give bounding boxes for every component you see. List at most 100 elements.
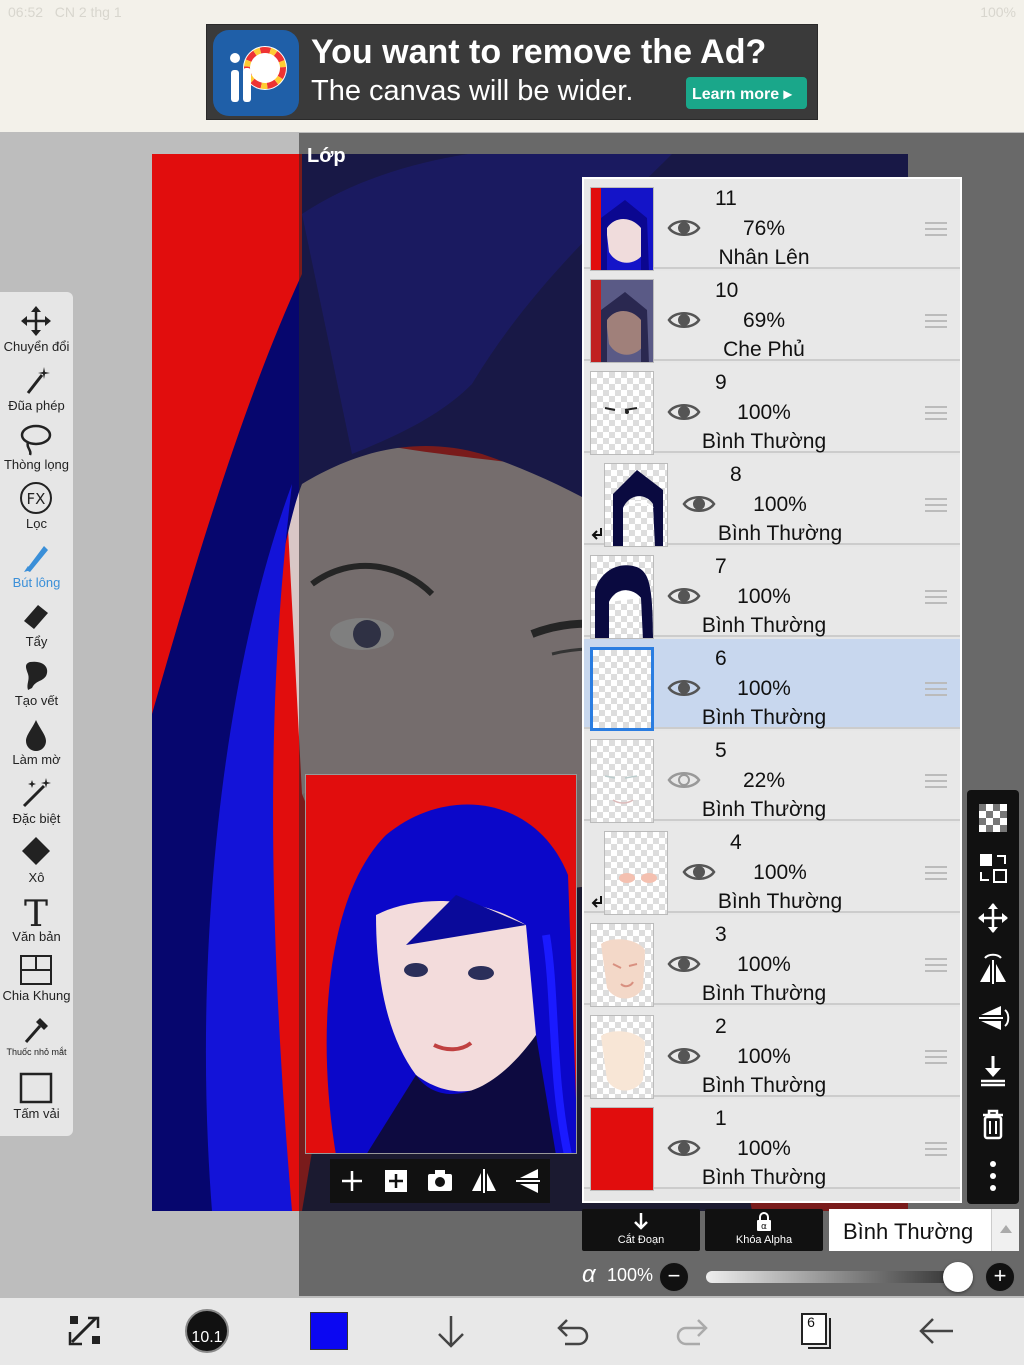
layer-preview xyxy=(305,774,577,1154)
tool-move[interactable]: Chuyển đổi xyxy=(0,304,73,363)
drag-handle-icon[interactable] xyxy=(924,1049,948,1065)
layer-opacity: 100% xyxy=(737,1137,791,1160)
alpha-lock-label: Khóa Alpha xyxy=(735,1234,793,1246)
flip-layer-vertical-icon[interactable] xyxy=(975,1000,1011,1036)
layers-button[interactable]: 6 xyxy=(796,1308,842,1354)
fx-filter-icon: FX xyxy=(18,481,54,515)
drag-handle-icon[interactable] xyxy=(924,681,948,697)
redo-icon[interactable] xyxy=(670,1308,716,1354)
ad-title: You want to remove the Ad? xyxy=(311,33,767,71)
flip-horizontal-icon[interactable] xyxy=(466,1163,502,1199)
drag-handle-icon[interactable] xyxy=(924,313,948,329)
flip-vertical-icon[interactable] xyxy=(510,1163,546,1199)
drag-handle-icon[interactable] xyxy=(924,589,948,605)
tool-frame-divider[interactable]: Chia Khung xyxy=(0,953,73,1012)
ad-banner[interactable]: You want to remove the Ad? The canvas wi… xyxy=(206,24,818,120)
layer-opacity: 76% xyxy=(742,217,786,240)
move-layer-icon[interactable] xyxy=(975,900,1011,936)
tool-smudge[interactable]: Tạo vết xyxy=(0,658,73,717)
tool-label: Đũa phép xyxy=(8,398,65,413)
more-options-icon[interactable] xyxy=(975,1158,1011,1194)
layer-blend-mode: Bình Thường xyxy=(701,614,827,637)
blend-controls: Cắt Đoạn α Khóa Alpha Bình Thường xyxy=(582,1209,1023,1253)
layer-thumbnail xyxy=(590,371,654,455)
flip-layer-horizontal-icon[interactable] xyxy=(975,950,1011,986)
opacity-increase-button[interactable]: + xyxy=(985,1262,1015,1292)
tool-label: Làm mờ xyxy=(12,752,61,767)
tool-brush[interactable]: Bút lông xyxy=(0,540,73,599)
tool-label: Thuốc nhỏ mắt xyxy=(6,1047,67,1057)
layer-blend-mode: Bình Thường xyxy=(717,890,843,913)
camera-icon[interactable] xyxy=(422,1163,458,1199)
tool-text[interactable]: T Văn bản xyxy=(0,894,73,953)
layer-row[interactable]: 11 76% Nhân Lên xyxy=(584,179,960,271)
layer-row[interactable]: 8 100% Bình Thường xyxy=(584,455,960,547)
delete-layer-icon[interactable] xyxy=(975,1106,1011,1142)
layer-number: 6 xyxy=(715,647,727,670)
blend-mode-arrow-icon[interactable] xyxy=(991,1209,1019,1251)
tool-fx-filter[interactable]: FX Lọc xyxy=(0,481,73,540)
tool-special-brush[interactable]: Đặc biệt xyxy=(0,776,73,835)
tool-lasso[interactable]: Thòng lọng xyxy=(0,422,73,481)
opacity-slider[interactable] xyxy=(706,1271,958,1283)
drag-handle-icon[interactable] xyxy=(924,773,948,789)
undo-icon[interactable] xyxy=(549,1308,595,1354)
drag-handle-icon[interactable] xyxy=(924,1141,948,1157)
back-arrow-icon[interactable] xyxy=(913,1308,959,1354)
alpha-lock-button[interactable]: α Khóa Alpha xyxy=(705,1209,823,1251)
opacity-controls: α 100% − + xyxy=(582,1261,1023,1295)
drag-handle-icon[interactable] xyxy=(924,221,948,237)
layer-row[interactable]: 10 69% Che Phủ xyxy=(584,271,960,363)
tool-magic-wand[interactable]: Đũa phép xyxy=(0,363,73,422)
layer-row[interactable]: 5 22% Bình Thường xyxy=(584,731,960,823)
magic-wand-icon xyxy=(18,363,54,397)
tool-bucket[interactable]: Xô xyxy=(0,835,73,894)
layer-number: 10 xyxy=(715,279,739,302)
layer-row[interactable]: 4 100% Bình Thường xyxy=(584,823,960,915)
transform-quick-icon[interactable] xyxy=(62,1308,108,1354)
color-swatch[interactable] xyxy=(310,1312,348,1350)
layer-row[interactable]: 2 100% Bình Thường xyxy=(584,1007,960,1099)
learn-more-button[interactable]: Learn more ▸ xyxy=(686,77,807,109)
blend-mode-select[interactable]: Bình Thường xyxy=(829,1209,991,1251)
down-arrow-icon[interactable] xyxy=(428,1308,474,1354)
layer-thumbnail xyxy=(590,187,654,271)
app-root: 06:52 CN 2 thg 1 100% You want to remove… xyxy=(0,0,1024,1365)
layer-row[interactable]: 6 100% Bình Thường xyxy=(584,639,960,731)
transparent-checker-icon[interactable] xyxy=(975,800,1011,836)
layer-opacity: 100% xyxy=(753,493,807,516)
layer-row[interactable]: 1 100% Bình Thường xyxy=(584,1099,960,1191)
add-special-layer-icon[interactable] xyxy=(378,1163,414,1199)
layer-opacity: 22% xyxy=(742,769,786,792)
drag-handle-icon[interactable] xyxy=(924,957,948,973)
brush-size-button[interactable]: 10.1 xyxy=(185,1309,229,1353)
merge-down-icon[interactable] xyxy=(975,1052,1011,1088)
layer-actions-strip xyxy=(967,790,1019,1204)
opacity-slider-knob[interactable] xyxy=(943,1262,973,1292)
layer-count: 6 xyxy=(807,1314,815,1330)
layer-number: 1 xyxy=(715,1107,727,1130)
layer-list[interactable]: 11 76% Nhân Lên 10 69% Che Phủ 9 100% Bình Thườn… xyxy=(582,177,962,1203)
clipping-button[interactable]: Cắt Đoạn xyxy=(582,1209,700,1251)
add-layer-icon[interactable] xyxy=(334,1163,370,1199)
special-brush-icon xyxy=(18,776,54,810)
layer-opacity: 100% xyxy=(737,677,791,700)
tool-label: Bút lông xyxy=(12,575,61,590)
layer-thumbnail xyxy=(590,739,654,823)
opacity-decrease-button[interactable]: − xyxy=(659,1262,689,1292)
layer-row[interactable]: 3 100% Bình Thường xyxy=(584,915,960,1007)
drag-handle-icon[interactable] xyxy=(924,865,948,881)
tool-blur-drop[interactable]: Làm mờ xyxy=(0,717,73,776)
tool-eraser[interactable]: Tẩy xyxy=(0,599,73,658)
layer-blend-mode: Bình Thường xyxy=(701,1074,827,1097)
layer-row[interactable]: 9 100% Bình Thường xyxy=(584,363,960,455)
tool-canvas[interactable]: Tấm vải xyxy=(0,1071,73,1130)
drag-handle-icon[interactable] xyxy=(924,497,948,513)
layer-swap-icon[interactable] xyxy=(975,850,1011,886)
layer-row[interactable]: 7 100% Bình Thường xyxy=(584,547,960,639)
tool-label: Tấm vải xyxy=(13,1106,60,1121)
status-date: CN 2 thg 1 xyxy=(54,4,122,20)
tool-eyedropper[interactable]: Thuốc nhỏ mắt xyxy=(0,1012,73,1071)
svg-text:FX: FX xyxy=(27,490,46,508)
drag-handle-icon[interactable] xyxy=(924,405,948,421)
